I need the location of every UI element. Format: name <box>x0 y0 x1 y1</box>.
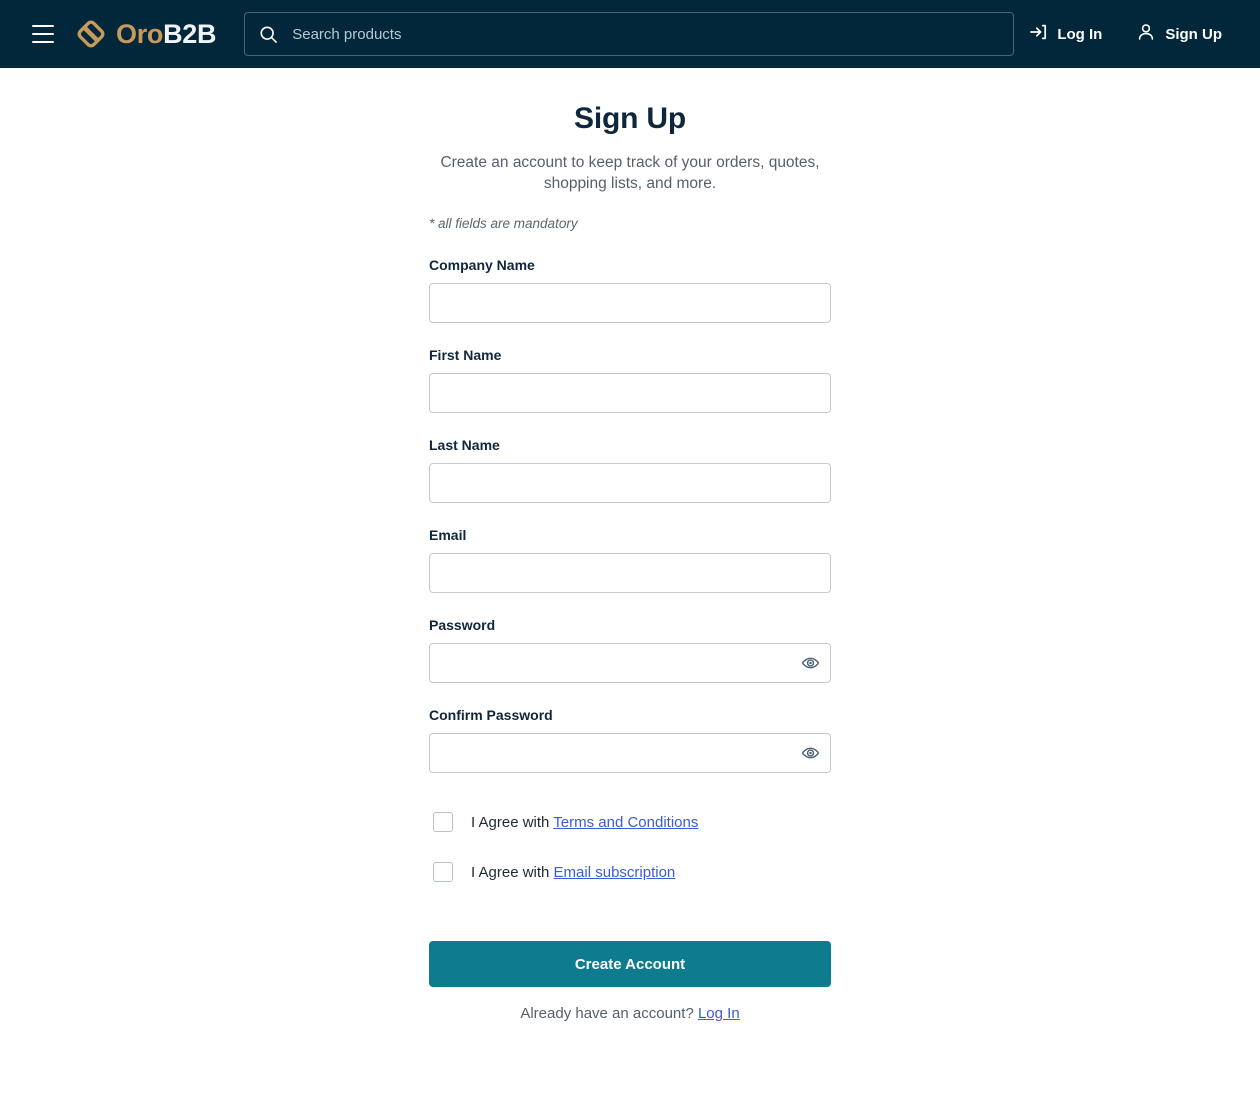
login-prompt-link[interactable]: Log In <box>698 1005 740 1022</box>
page-title: Sign Up <box>574 102 686 135</box>
terms-and-conditions-checkbox[interactable] <box>433 812 453 832</box>
label-company-name: Company Name <box>429 257 535 273</box>
agreement-email-row: I Agree with Email subscription <box>429 859 831 885</box>
email-input[interactable] <box>429 553 831 593</box>
hamburger-line <box>32 25 54 27</box>
create-account-button[interactable]: Create Account <box>429 941 831 987</box>
field-first-name: First Name <box>429 347 831 413</box>
brand-name-secondary: B2B <box>163 18 217 49</box>
field-confirm-password: Confirm Password <box>429 707 831 773</box>
brand-wordmark: OroB2B <box>116 18 217 49</box>
field-company-name: Company Name <box>429 257 831 323</box>
brand-logo[interactable]: OroB2B <box>76 18 217 49</box>
terms-and-conditions-link[interactable]: Terms and Conditions <box>553 814 698 831</box>
agreement-terms-prefix: I Agree with <box>471 813 554 831</box>
agreement-terms-text: I Agree with Terms and Conditions <box>471 814 698 831</box>
header-actions: Log In Sign Up <box>1028 22 1244 46</box>
mandatory-fields-note: * all fields are mandatory <box>429 216 578 231</box>
input-wrapper <box>429 283 831 323</box>
hamburger-line <box>32 41 54 43</box>
first-name-input[interactable] <box>429 373 831 413</box>
search-input[interactable] <box>290 24 1000 44</box>
input-wrapper <box>429 643 831 683</box>
signup-button-label: Sign Up <box>1165 25 1222 43</box>
search-icon <box>259 25 278 44</box>
login-prompt: Already have an account? Log In <box>429 1005 831 1022</box>
site-header: OroB2B Log In <box>0 0 1260 68</box>
login-button-label: Log In <box>1057 25 1103 43</box>
login-button[interactable]: Log In <box>1028 22 1102 46</box>
user-person-icon <box>1136 22 1156 46</box>
agreement-email-text: I Agree with Email subscription <box>471 864 675 881</box>
signup-form: * all fields are mandatory Company Name … <box>429 194 831 1022</box>
agreement-terms-row: I Agree with Terms and Conditions <box>429 809 831 835</box>
company-name-input[interactable] <box>429 283 831 323</box>
page-subtitle: Create an account to keep track of your … <box>440 154 820 192</box>
toggle-password-visibility-icon[interactable] <box>801 654 820 673</box>
login-arrow-icon <box>1028 22 1048 46</box>
signup-button[interactable]: Sign Up <box>1136 22 1222 46</box>
toggle-confirm-password-visibility-icon[interactable] <box>801 744 820 763</box>
email-subscription-checkbox[interactable] <box>433 862 453 882</box>
hamburger-menu-icon[interactable] <box>26 17 60 51</box>
confirm-password-input[interactable] <box>429 733 831 773</box>
input-wrapper <box>429 463 831 503</box>
password-input[interactable] <box>429 643 831 683</box>
label-last-name: Last Name <box>429 437 500 453</box>
brand-name-primary: Oro <box>116 18 164 49</box>
oro-diamond-logo-icon <box>76 19 106 49</box>
field-last-name: Last Name <box>429 437 831 503</box>
input-wrapper <box>429 553 831 593</box>
login-prompt-text: Already have an account? <box>520 1005 698 1022</box>
input-wrapper <box>429 733 831 773</box>
label-first-name: First Name <box>429 347 502 363</box>
main-content: Sign Up Create an account to keep track … <box>0 68 1260 1022</box>
hamburger-line <box>32 33 54 35</box>
field-email: Email <box>429 527 831 593</box>
label-email: Email <box>429 527 467 543</box>
last-name-input[interactable] <box>429 463 831 503</box>
search-bar[interactable] <box>244 12 1015 56</box>
label-confirm-password: Confirm Password <box>429 707 553 723</box>
agreement-email-prefix: I Agree with <box>471 863 554 881</box>
input-wrapper <box>429 373 831 413</box>
agreements-section: I Agree with Terms and Conditions I Agre… <box>429 809 831 885</box>
email-subscription-link[interactable]: Email subscription <box>554 864 676 881</box>
field-password: Password <box>429 617 831 683</box>
label-password: Password <box>429 617 496 633</box>
